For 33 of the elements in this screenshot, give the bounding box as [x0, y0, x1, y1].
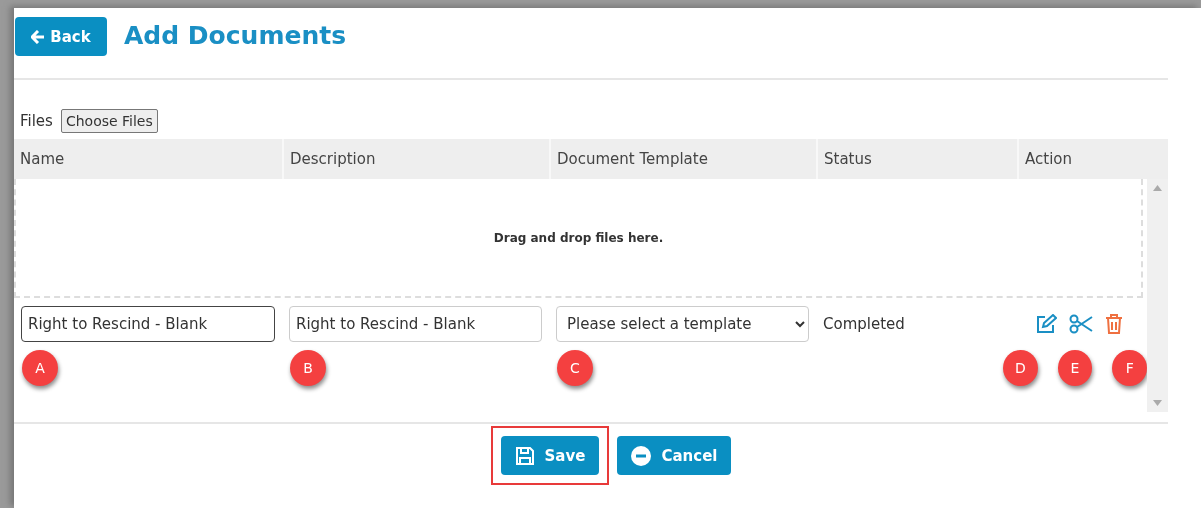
scroll-up-icon[interactable]	[1153, 185, 1162, 191]
edit-button[interactable]	[1034, 314, 1057, 334]
callout-marker: A	[22, 350, 58, 386]
description-field[interactable]: Right to Rescind - Blank	[289, 306, 542, 342]
callout-marker: F	[1112, 350, 1147, 386]
status-text: Completed	[823, 315, 905, 333]
template-dropdown[interactable]: Please select a template	[556, 306, 809, 342]
page-title: Add Documents	[124, 21, 347, 50]
scissors-icon	[1068, 314, 1093, 334]
callout-marker: B	[290, 350, 326, 386]
arrow-left-icon	[31, 29, 46, 44]
callout-marker: C	[557, 350, 593, 386]
minus-circle-icon	[631, 445, 652, 466]
choose-files-button[interactable]: Choose Files	[60, 109, 158, 133]
column-header: Name	[19, 149, 66, 170]
edit-icon	[1034, 314, 1057, 334]
cut-button[interactable]	[1068, 314, 1093, 334]
trash-icon	[1104, 314, 1123, 334]
column-header: Action	[1017, 139, 1147, 179]
save-icon	[514, 445, 535, 466]
scroll-down-icon[interactable]	[1153, 400, 1162, 406]
callout-marker: D	[1003, 350, 1038, 386]
back-button[interactable]: Back	[15, 17, 107, 56]
column-header: Status	[816, 139, 1017, 179]
name-field[interactable]: Right to Rescind - Blank	[21, 306, 275, 342]
column-header: Document Template	[549, 139, 816, 179]
column-header: Description	[282, 139, 549, 179]
drop-zone[interactable]: Drag and drop files here.	[14, 179, 1143, 298]
save-button[interactable]: Save	[500, 436, 600, 475]
callout-marker: E	[1057, 350, 1093, 386]
delete-button[interactable]	[1104, 314, 1123, 334]
cancel-button[interactable]: Cancel	[617, 436, 732, 475]
files-label: Files	[20, 112, 53, 130]
